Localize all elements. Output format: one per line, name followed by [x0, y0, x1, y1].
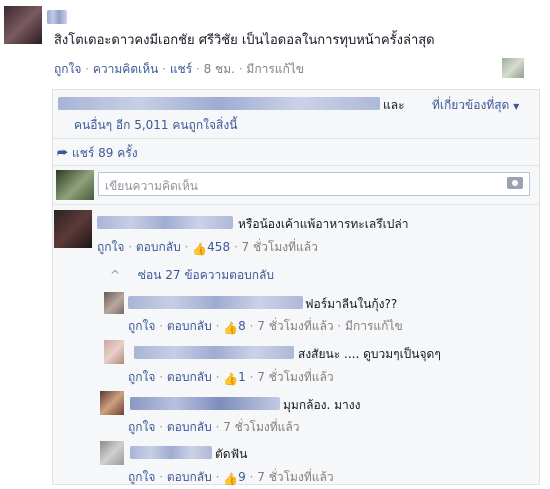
reply-text: ตัดฟัน [215, 447, 248, 461]
comment-input[interactable]: เขียนความคิดเห็น [98, 172, 530, 196]
reply-like-link[interactable]: ถูกใจ [128, 470, 155, 484]
post-like-link[interactable]: ถูกใจ [54, 62, 81, 76]
reply-reply-link[interactable]: ตอบกลับ [167, 370, 212, 384]
shares-text: แชร์ 89 ครั้ง [72, 146, 138, 160]
divider [52, 138, 540, 139]
reply-author[interactable] [128, 296, 303, 309]
reply-time[interactable]: 7 ชั่วโมงที่แล้ว [257, 319, 333, 333]
reply-time[interactable]: 7 ชั่วโมงที่แล้ว [223, 420, 299, 434]
reply-time[interactable]: 7 ชั่วโมงที่แล้ว [257, 470, 333, 484]
post-comment-link[interactable]: ความคิดเห็น [93, 62, 158, 76]
reply-likes: 9 [238, 470, 246, 484]
reply-author[interactable] [130, 397, 280, 410]
reply-actions: ถูกใจ · ตอบกลับ · 7 ชั่วโมงที่แล้ว [128, 420, 300, 434]
reply-reply-link[interactable]: ตอบกลับ [167, 319, 212, 333]
reply-like-count[interactable]: 👍1 [223, 370, 246, 386]
post-thumbnail[interactable] [502, 58, 524, 78]
hide-replies-text: ซ่อน 27 ข้อความตอบกลับ [137, 268, 275, 282]
thumbs-up-icon: 👍 [223, 321, 239, 335]
comment-time[interactable]: 7 ชั่วโมงที่แล้ว [242, 240, 318, 254]
reply-like-count[interactable]: 👍9 [223, 470, 246, 486]
comment-likes: 458 [207, 240, 231, 254]
most-relevant-label: ที่เกี่ยวข้องที่สุด [432, 98, 510, 112]
reply-edited[interactable]: มีการแก้ไข [345, 319, 403, 333]
shares-link[interactable]: ⮫ แชร์ 89 ครั้ง [57, 144, 138, 163]
reply-avatar[interactable] [100, 441, 124, 465]
comment-avatar[interactable] [54, 210, 92, 248]
reply-avatar[interactable] [104, 292, 124, 314]
caret-down-icon: ▼ [513, 102, 520, 111]
reply-like-link[interactable]: ถูกใจ [128, 319, 155, 333]
post-author-name[interactable] [47, 10, 67, 24]
post-actions: ถูกใจ · ความคิดเห็น · แชร์ · 8 ชม. · มีก… [54, 62, 305, 76]
share-icon: ⮫ [57, 146, 69, 160]
reply-author[interactable] [134, 346, 294, 359]
reply-like-link[interactable]: ถูกใจ [128, 420, 155, 434]
comment-like-count[interactable]: 👍458 [192, 240, 231, 256]
comment-actions: ถูกใจ · ตอบกลับ · 👍458 · 7 ชั่วโมงที่แล้… [97, 240, 318, 256]
reply-text: ฟอร์มาลีนในกุ้ง?? [305, 297, 398, 311]
reply-text: สงสัยนะ .... ดูบวมๆเป็นจุดๆ [298, 347, 441, 361]
reply-time[interactable]: 7 ชั่วโมงที่แล้ว [257, 370, 333, 384]
post-edited[interactable]: มีการแก้ไข [246, 62, 304, 76]
post-author-avatar[interactable] [4, 6, 42, 44]
comment-like-link[interactable]: ถูกใจ [97, 240, 124, 254]
camera-icon[interactable] [507, 177, 523, 189]
reply-actions: ถูกใจ · ตอบกลับ · 👍1 · 7 ชั่วโมงที่แล้ว [128, 370, 334, 386]
likes-and: และ [383, 98, 405, 112]
reply-likes: 1 [238, 370, 246, 384]
likes-others[interactable]: คนอื่นๆ อีก 5,011 คนถูกใจสิ่งนี้ [74, 116, 237, 135]
chevron-up-icon: ^ [110, 268, 121, 282]
reply-likes: 8 [238, 319, 246, 333]
comment-placeholder: เขียนความคิดเห็น [105, 179, 198, 193]
reply-actions: ถูกใจ · ตอบกลับ · 👍9 · 7 ชั่วโมงที่แล้ว [128, 470, 334, 486]
thumbs-up-icon: 👍 [223, 472, 239, 486]
reply-like-count[interactable]: 👍8 [223, 319, 246, 335]
comment-author[interactable] [97, 216, 233, 229]
thumbs-up-icon: 👍 [223, 372, 239, 386]
liker-names[interactable] [58, 97, 380, 110]
thumbs-up-icon: 👍 [192, 242, 208, 256]
comment-text: หรือน้องเค้าแพ้อาหารทะเลรึเปล่า [238, 217, 409, 231]
hide-replies-toggle[interactable]: ^ ซ่อน 27 ข้อความตอบกลับ [110, 266, 274, 285]
post-time[interactable]: 8 ชม. [204, 62, 235, 76]
current-user-avatar[interactable] [56, 170, 94, 200]
reply-text: มุมกล้อง. มางง [283, 398, 361, 412]
reply-like-link[interactable]: ถูกใจ [128, 370, 155, 384]
reply-actions: ถูกใจ · ตอบกลับ · 👍8 · 7 ชั่วโมงที่แล้ว … [128, 319, 403, 335]
reply-reply-link[interactable]: ตอบกลับ [167, 470, 212, 484]
comment-reply-link[interactable]: ตอบกลับ [136, 240, 181, 254]
reply-avatar[interactable] [100, 391, 124, 415]
divider [52, 204, 540, 205]
most-relevant-dropdown[interactable]: ที่เกี่ยวข้องที่สุด ▼ [432, 96, 519, 115]
reply-avatar[interactable] [104, 340, 124, 364]
post-share-link[interactable]: แชร์ [170, 62, 192, 76]
post-text: สิงโตเดอะดาวคงมีเอกชัย ศรีวิชัย เป็นไอดอ… [54, 33, 435, 48]
likes-others-text: คนอื่นๆ อีก 5,011 คนถูกใจสิ่งนี้ [74, 118, 238, 132]
reply-author[interactable] [130, 446, 212, 459]
reply-reply-link[interactable]: ตอบกลับ [167, 420, 212, 434]
divider [52, 165, 540, 166]
